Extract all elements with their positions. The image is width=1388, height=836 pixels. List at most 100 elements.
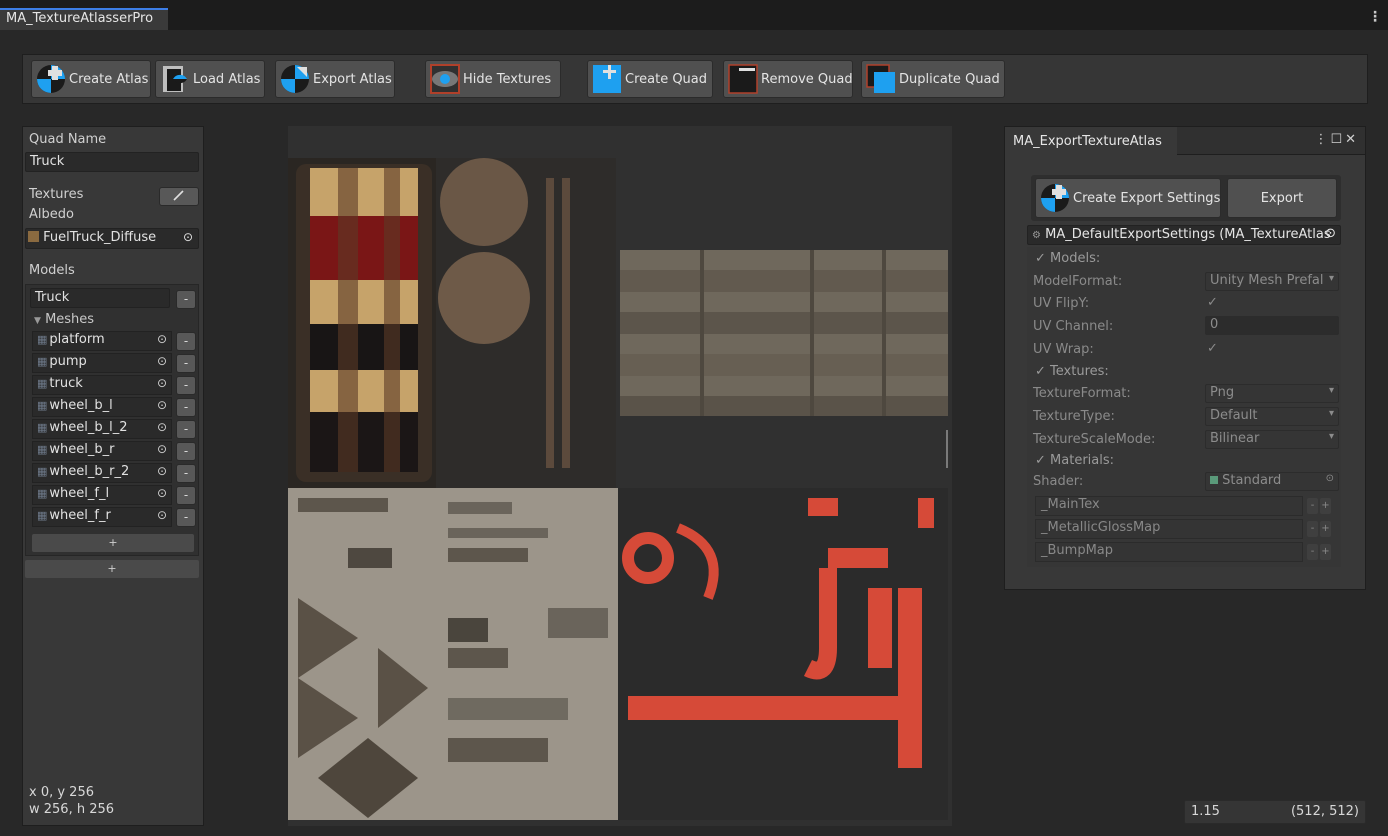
mesh-icon: ▦ <box>37 377 48 390</box>
albedo-texture-name: FuelTruck_Diffuse <box>43 230 157 245</box>
mesh-item[interactable]: ▦ wheel_b_r_2 ⊙ <box>32 463 172 483</box>
quad-remove-icon <box>727 63 759 95</box>
create-quad-button[interactable]: Create Quad <box>587 60 713 98</box>
materials-toggle[interactable]: ✓ Materials: <box>1035 453 1114 468</box>
add-property-button[interactable]: + <box>1320 544 1331 560</box>
export-window-header: MA_ExportTextureAtlas ⋮☐✕ <box>1005 127 1365 155</box>
uv-wrap-checkbox[interactable]: ✓ <box>1207 341 1218 356</box>
create-atlas-label: Create Atlas <box>69 71 149 87</box>
model-format-label: ModelFormat: <box>1033 274 1123 289</box>
object-picker-icon[interactable]: ⊙ <box>157 464 167 478</box>
edit-textures-button[interactable] <box>159 187 199 206</box>
remove-mesh-button[interactable]: - <box>176 376 196 395</box>
texture-scale-mode-dropdown[interactable]: Bilinear ▾ <box>1205 430 1339 449</box>
object-picker-icon[interactable]: ⊙ <box>157 486 167 500</box>
create-atlas-button[interactable]: Create Atlas <box>31 60 151 98</box>
create-export-settings-button[interactable]: Create Export Settings <box>1035 178 1221 218</box>
model-name-field[interactable]: Truck <box>30 288 170 308</box>
textures-toggle[interactable]: ✓ Textures: <box>1035 364 1109 379</box>
remove-mesh-button[interactable]: - <box>176 398 196 417</box>
quad-inspector-panel: Quad Name Truck Textures Albedo FuelTruc… <box>22 126 204 826</box>
mesh-name: wheel_b_l <box>49 398 113 413</box>
tab-texture-atlasser-pro[interactable]: MA_TextureAtlasserPro <box>0 8 168 30</box>
maximize-icon[interactable]: ☐ <box>1330 132 1345 147</box>
mesh-item[interactable]: ▦ truck ⊙ <box>32 375 172 395</box>
add-model-button[interactable]: + <box>25 560 199 578</box>
mesh-name: wheel_b_r <box>49 442 115 457</box>
remove-mesh-button[interactable]: - <box>176 420 196 439</box>
tab-export-texture-atlas[interactable]: MA_ExportTextureAtlas <box>1005 127 1177 155</box>
export-settings-asset-field[interactable]: ⚙ MA_DefaultExportSettings (MA_TextureAt… <box>1027 225 1341 245</box>
mesh-item[interactable]: ▦ wheel_b_l ⊙ <box>32 397 172 417</box>
object-picker-icon[interactable]: ⊙ <box>157 354 167 368</box>
remove-model-button[interactable]: - <box>176 290 196 309</box>
hide-textures-button[interactable]: Hide Textures <box>425 60 561 98</box>
texture-format-dropdown[interactable]: Png ▾ <box>1205 384 1339 403</box>
albedo-texture-field[interactable]: FuelTruck_Diffuse ⊙ <box>25 228 199 249</box>
window-menu-icon[interactable]: ⋮ <box>1368 9 1382 25</box>
remove-quad-button[interactable]: Remove Quad <box>723 60 853 98</box>
window-menu-icon[interactable]: ⋮ <box>1314 132 1330 147</box>
object-picker-icon[interactable]: ⊙ <box>1325 226 1336 241</box>
remove-property-button[interactable]: - <box>1307 498 1318 514</box>
object-picker-icon[interactable]: ⊙ <box>157 376 167 390</box>
meshes-foldout[interactable]: ▼ Meshes <box>34 312 94 327</box>
dropdown-arrow-icon: ▾ <box>1328 431 1334 442</box>
mesh-item[interactable]: ▦ wheel_b_r ⊙ <box>32 441 172 461</box>
duplicate-quad-button[interactable]: Duplicate Quad <box>861 60 1005 98</box>
remove-mesh-button[interactable]: - <box>176 486 196 505</box>
close-icon[interactable]: ✕ <box>1345 132 1359 147</box>
quad-size: w 256, h 256 <box>29 802 115 817</box>
mesh-item[interactable]: ▦ wheel_b_l_2 ⊙ <box>32 419 172 439</box>
atlas-load-icon <box>159 63 191 95</box>
add-property-button[interactable]: + <box>1320 521 1331 537</box>
export-actions: Create Export Settings Export <box>1031 175 1341 221</box>
remove-quad-label: Remove Quad <box>761 71 853 87</box>
material-property-field[interactable]: _MetallicGlossMap <box>1035 519 1303 539</box>
quad-name-field[interactable]: Truck <box>25 152 199 172</box>
add-property-button[interactable]: + <box>1320 498 1331 514</box>
mesh-item[interactable]: ▦ wheel_f_l ⊙ <box>32 485 172 505</box>
shader-field[interactable]: Standard ⊙ <box>1205 472 1339 491</box>
remove-mesh-button[interactable]: - <box>176 464 196 483</box>
export-texture-atlas-window: MA_ExportTextureAtlas ⋮☐✕ Create Export … <box>1004 126 1366 590</box>
export-atlas-label: Export Atlas <box>313 71 392 87</box>
mesh-item[interactable]: ▦ platform ⊙ <box>32 331 172 351</box>
export-atlas-button[interactable]: Export Atlas <box>275 60 395 98</box>
uv-flipy-checkbox[interactable]: ✓ <box>1207 295 1218 310</box>
remove-mesh-button[interactable]: - <box>176 508 196 527</box>
pencil-icon <box>173 190 184 201</box>
material-property-field[interactable]: _MainTex <box>1035 496 1303 516</box>
material-property-field[interactable]: _BumpMap <box>1035 542 1303 562</box>
mesh-item[interactable]: ▦ pump ⊙ <box>32 353 172 373</box>
remove-property-button[interactable]: - <box>1307 544 1318 560</box>
add-mesh-button[interactable]: + <box>32 534 194 552</box>
model-format-dropdown[interactable]: Unity Mesh Prefal ▾ <box>1205 272 1339 291</box>
remove-property-button[interactable]: - <box>1307 521 1318 537</box>
window-controls: ⋮☐✕ <box>1314 132 1359 147</box>
atlas-canvas[interactable] <box>288 126 952 826</box>
models-toggle[interactable]: ✓ Models: <box>1035 251 1100 266</box>
object-picker-icon[interactable]: ⊙ <box>157 508 167 522</box>
export-button[interactable]: Export <box>1227 178 1337 218</box>
object-picker-icon[interactable]: ⊙ <box>157 332 167 346</box>
object-picker-icon[interactable]: ⊙ <box>157 398 167 412</box>
object-picker-icon[interactable]: ⊙ <box>183 230 193 244</box>
load-atlas-button[interactable]: Load Atlas <box>155 60 265 98</box>
object-picker-icon[interactable]: ⊙ <box>1326 473 1334 484</box>
remove-mesh-button[interactable]: - <box>176 442 196 461</box>
uv-channel-field[interactable]: 0 <box>1205 316 1339 335</box>
quad-position: x 0, y 256 <box>29 785 94 800</box>
remove-mesh-button[interactable]: - <box>176 354 196 373</box>
texture-type-dropdown[interactable]: Default ▾ <box>1205 407 1339 426</box>
check-icon: ✓ <box>1035 251 1046 266</box>
remove-mesh-button[interactable]: - <box>176 332 196 351</box>
object-picker-icon[interactable]: ⊙ <box>157 420 167 434</box>
export-label: Export <box>1260 190 1304 206</box>
mesh-icon: ▦ <box>37 333 48 346</box>
mesh-item[interactable]: ▦ wheel_f_r ⊙ <box>32 507 172 527</box>
mesh-icon: ▦ <box>37 399 48 412</box>
object-picker-icon[interactable]: ⊙ <box>157 442 167 456</box>
quad-rect-readout: x 0, y 256 w 256, h 256 <box>29 784 114 818</box>
mesh-icon: ▦ <box>37 509 48 522</box>
